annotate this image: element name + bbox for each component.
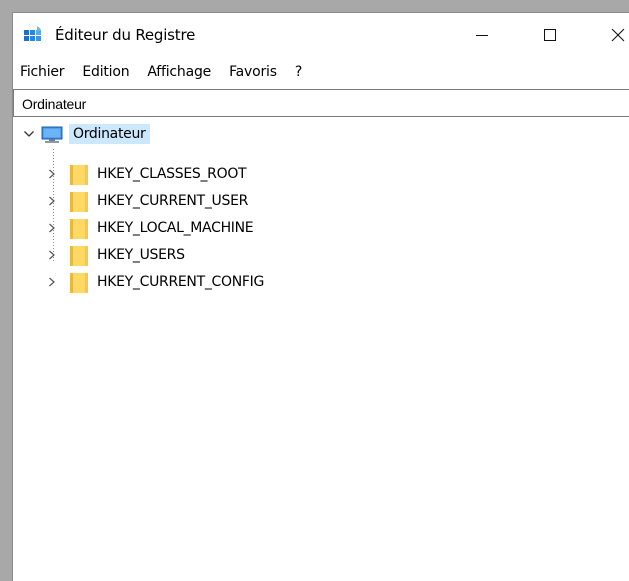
title-bar[interactable]: Éditeur du Registre <box>13 13 629 57</box>
menu-bar: Fichier Edition Affichage Favoris ? <box>13 59 629 85</box>
registry-editor-window: Éditeur du Registre Fichier Edition Affi… <box>12 12 629 581</box>
maximize-button[interactable] <box>527 13 573 57</box>
menu-help[interactable]: ? <box>287 59 312 85</box>
folder-icon <box>70 192 88 212</box>
tree-node-label: HKEY_CURRENT_CONFIG <box>97 274 265 290</box>
folder-icon <box>70 246 88 266</box>
menu-affichage[interactable]: Affichage <box>139 59 221 85</box>
menu-favoris[interactable]: Favoris <box>221 59 287 85</box>
chevron-right-icon[interactable] <box>47 249 57 261</box>
window-title: Éditeur du Registre <box>55 26 196 44</box>
tree-node-label: Ordinateur <box>69 124 150 144</box>
address-bar <box>13 89 629 118</box>
tree-node-ordinateur[interactable]: Ordinateur <box>13 121 213 147</box>
menu-fichier[interactable]: Fichier <box>13 59 74 85</box>
tree-node-hkey-classes-root[interactable]: HKEY_CLASSES_ROOT <box>13 160 413 187</box>
chevron-right-icon[interactable] <box>47 222 57 234</box>
computer-icon <box>41 126 63 143</box>
menu-edition[interactable]: Edition <box>74 59 139 85</box>
address-input[interactable] <box>20 90 624 118</box>
tree-node-hkey-local-machine[interactable]: HKEY_LOCAL_MACHINE <box>13 214 413 241</box>
chevron-down-icon[interactable] <box>23 128 35 140</box>
tree-node-label: HKEY_CURRENT_USER <box>97 193 249 209</box>
folder-icon <box>70 273 88 293</box>
tree-node-hkey-current-config[interactable]: HKEY_CURRENT_CONFIG <box>13 268 413 295</box>
chevron-right-icon[interactable] <box>47 168 57 180</box>
minimize-button[interactable] <box>459 13 505 57</box>
folder-icon <box>70 219 88 239</box>
maximize-icon <box>544 29 556 41</box>
registry-editor-app-icon <box>24 26 41 41</box>
close-button[interactable] <box>595 13 629 57</box>
tree-node-hkey-current-user[interactable]: HKEY_CURRENT_USER <box>13 187 413 214</box>
close-icon <box>611 28 625 42</box>
minimize-icon <box>476 35 488 36</box>
tree-node-label: HKEY_USERS <box>97 247 185 263</box>
chevron-right-icon[interactable] <box>47 276 57 288</box>
registry-tree: Ordinateur HKEY_CLASSES_ROOT HKEY_CURREN… <box>13 117 629 581</box>
folder-icon <box>70 165 88 185</box>
tree-node-label: HKEY_CLASSES_ROOT <box>97 166 247 182</box>
tree-node-label: HKEY_LOCAL_MACHINE <box>97 220 254 236</box>
chevron-right-icon[interactable] <box>47 195 57 207</box>
tree-node-hkey-users[interactable]: HKEY_USERS <box>13 241 413 268</box>
